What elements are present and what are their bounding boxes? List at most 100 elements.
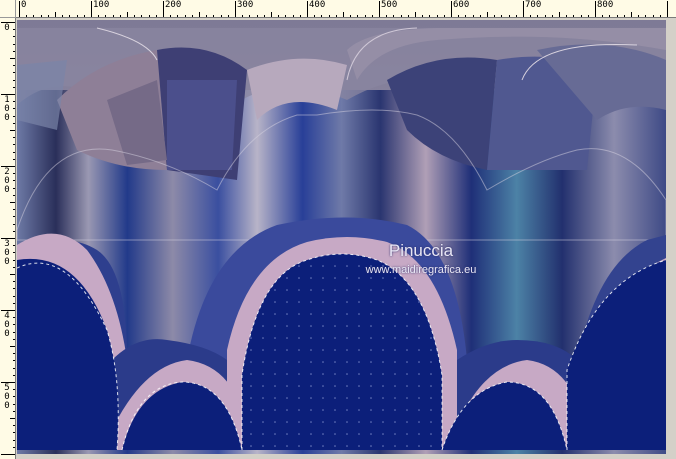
ruler-tick <box>13 79 15 81</box>
ruler-tick <box>26 15 28 17</box>
ruler-tick <box>343 12 344 17</box>
ruler-tick <box>314 15 316 17</box>
ruler-tick <box>422 15 424 17</box>
ruler-tick <box>631 12 632 17</box>
ruler-tick <box>98 15 100 17</box>
ruler-tick <box>278 15 280 17</box>
ruler-tick <box>479 15 481 17</box>
ruler-tick <box>487 12 488 17</box>
ruler-tick <box>13 101 15 103</box>
ruler-tick <box>184 15 186 17</box>
ruler-label: 0 <box>4 401 10 411</box>
ruler-tick <box>13 173 15 175</box>
ruler-tick <box>91 1 92 17</box>
ruler-tick <box>13 187 15 189</box>
ruler-tick <box>13 72 15 74</box>
ruler-tick <box>163 1 164 17</box>
ruler-tick <box>13 252 15 254</box>
artwork <box>17 20 666 454</box>
ruler-tick <box>638 15 640 17</box>
ruler-tick <box>508 15 510 17</box>
ruler-tick <box>537 15 539 17</box>
ruler-tick <box>13 50 15 52</box>
ruler-tick <box>285 15 287 17</box>
ruler-label: 800 <box>597 0 614 10</box>
ruler-tick <box>566 15 568 17</box>
ruler-tick <box>105 15 107 17</box>
vertical-ruler[interactable]: 0100200300400500 <box>0 18 16 459</box>
ruler-tick <box>623 15 625 17</box>
ruler-tick <box>659 15 661 17</box>
ruler-tick <box>55 12 56 17</box>
ruler-tick <box>83 15 85 17</box>
ruler-tick <box>494 15 496 17</box>
ruler-tick <box>127 12 128 17</box>
ruler-tick <box>357 15 359 17</box>
ruler-tick <box>235 1 236 17</box>
ruler-tick <box>13 151 15 153</box>
ruler-tick <box>148 15 150 17</box>
ruler-tick <box>13 209 15 211</box>
ruler-tick <box>10 418 15 419</box>
ruler-tick <box>436 15 438 17</box>
ruler-tick <box>13 29 15 31</box>
ruler-tick <box>371 15 373 17</box>
watermark-name: Pinuccia <box>388 241 454 260</box>
ruler-tick <box>10 202 15 203</box>
ruler-tick <box>134 15 136 17</box>
ruler-label: 400 <box>309 0 326 10</box>
ruler-tick <box>141 15 143 17</box>
ruler-tick <box>13 144 15 146</box>
ruler-tick <box>13 43 15 45</box>
ruler-tick <box>13 230 15 232</box>
ruler-tick <box>429 15 431 17</box>
ruler-tick <box>458 15 460 17</box>
ruler-tick <box>667 1 668 17</box>
ruler-tick <box>523 1 524 17</box>
ruler-tick <box>13 108 15 110</box>
ruler-tick <box>321 15 323 17</box>
ruler-tick <box>199 12 200 17</box>
ruler-tick <box>19 1 20 17</box>
ruler-tick <box>652 15 654 17</box>
ruler-tick <box>13 338 15 340</box>
ruler-label: 700 <box>525 0 542 10</box>
ruler-tick <box>220 15 222 17</box>
ruler-tick <box>299 15 301 17</box>
ruler-tick <box>364 15 366 17</box>
ruler-tick <box>13 353 15 355</box>
ruler-tick <box>112 15 114 17</box>
ruler-tick <box>451 1 452 17</box>
ruler-tick <box>13 389 15 391</box>
ruler-tick <box>292 15 294 17</box>
ruler-tick <box>350 15 352 17</box>
ruler-tick <box>551 15 553 17</box>
ruler-tick <box>13 223 15 225</box>
ruler-tick <box>227 15 229 17</box>
ruler-tick <box>40 15 42 17</box>
ruler-tick <box>13 374 15 376</box>
ruler-tick <box>13 396 15 398</box>
ruler-tick <box>256 15 258 17</box>
ruler-label: 0 <box>4 23 10 33</box>
horizontal-ruler[interactable]: 0 100 200 300 400 500 600 700 800 <box>16 0 676 18</box>
ruler-tick <box>13 295 15 297</box>
ruler-tick <box>119 15 121 17</box>
ruler-tick <box>69 15 71 17</box>
image-canvas[interactable]: Pinuccia www.maidiregrafica.eu <box>17 20 666 454</box>
ruler-tick <box>10 346 15 347</box>
ruler-tick <box>415 12 416 17</box>
ruler-tick <box>191 15 193 17</box>
ruler-label: 0 <box>4 185 10 195</box>
ruler-tick <box>443 15 445 17</box>
ruler-tick <box>13 432 15 434</box>
ruler-tick <box>530 15 532 17</box>
ruler-tick <box>271 12 272 17</box>
ruler-tick <box>609 15 611 17</box>
ruler-tick <box>573 15 575 17</box>
ruler-tick <box>1 454 15 455</box>
ruler-tick <box>559 12 560 17</box>
ruler-label: 0 <box>21 0 27 10</box>
ruler-tick <box>379 1 380 17</box>
ruler-tick <box>587 15 589 17</box>
